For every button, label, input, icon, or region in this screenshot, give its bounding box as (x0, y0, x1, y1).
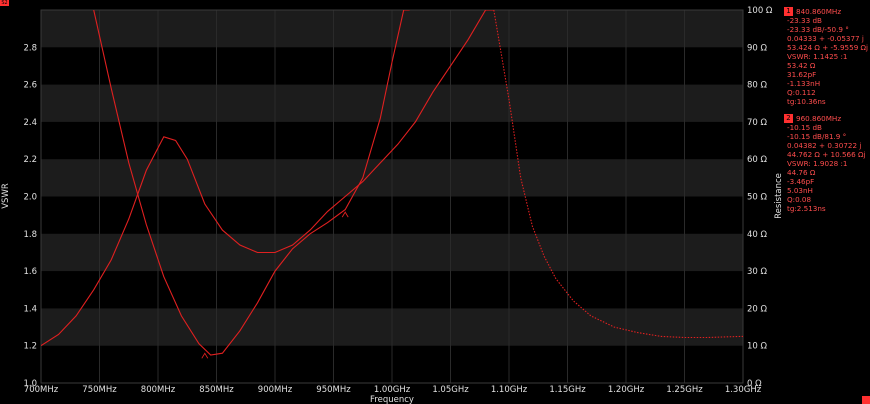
marker-number-badge[interactable]: 1 (784, 7, 793, 16)
marker-readout: 1 840.860MHz -23.33 dB -23.33 dB/-50.9 ° 0.0… (784, 7, 868, 106)
marker-header: 1 840.860MHz (784, 7, 868, 16)
x-tick-label: 950MHz (316, 385, 351, 395)
corner-indicator (862, 396, 870, 404)
marker-readout-line: VSWR: 1.9028 :1 (787, 159, 848, 168)
marker-readout-line: tg:10.36ns (787, 97, 826, 106)
marker-header: 2 960.860MHz (784, 114, 865, 123)
x-tick-label: 1.25GHz (666, 385, 703, 395)
y-right-tick-label: 0 Ω (747, 379, 762, 389)
marker-readout-line: -23.33 dB (787, 16, 822, 25)
marker-frequency: 960.860MHz (796, 114, 842, 123)
y-left-tick-label: 1.8 (23, 230, 37, 240)
x-tick-label: 750MHz (82, 385, 117, 395)
marker-readout-line: Q:0.08 (787, 195, 812, 204)
y-right-tick-labels: 0 Ω 10 Ω 20 Ω 30 Ω 40 Ω 50 Ω 60 Ω 70 Ω 80 Ω 90 Ω 1… (747, 6, 773, 389)
marker-readout-line: 0.04382 + 0.30722 j (787, 141, 862, 150)
y-right-tick-label: 80 Ω (747, 81, 768, 91)
y-right-tick-label: 90 Ω (747, 43, 768, 53)
y-left-tick-labels: 1.0 1.2 1.4 1.6 1.8 2.0 2.2 2.4 2.6 2.8 (23, 43, 37, 389)
marker-number-badge[interactable]: 2 (784, 114, 793, 123)
y-left-tick-label: 2.6 (23, 81, 37, 91)
marker-readout-line: -3.46pF (787, 177, 815, 186)
y-left-tick-label: 1.6 (23, 267, 37, 277)
y-right-tick-label: 40 Ω (747, 230, 768, 240)
marker-readout-line: 53.42 Ω (787, 61, 816, 70)
marker-readout: 2 960.860MHz -10.15 dB -10.15 dB/81.9 ° 0.04… (784, 114, 865, 213)
x-tick-label: 1.05GHz (432, 385, 469, 395)
marker-readout-line: Q:0.112 (787, 88, 816, 97)
marker-readout-line: VSWR: 1.1425 :1 (787, 52, 848, 61)
y-right-tick-label: 10 Ω (747, 342, 768, 352)
y-left-axis-title: VSWR (1, 183, 11, 209)
marker-readout-line: 31.62pF (787, 70, 817, 79)
marker-point (341, 211, 349, 218)
marker-readout-line: 53.424 Ω + -5.9559 Ωj (787, 43, 869, 52)
y-right-tick-label: 30 Ω (747, 267, 768, 277)
marker-point (201, 352, 209, 359)
x-tick-label: 1.00GHz (374, 385, 411, 395)
marker-frequency: 840.860MHz (796, 7, 842, 16)
vswr-resistance-chart: 700MHz 750MHz 800MHz 850MHz 900MHz 950MHz 1.00… (1, 6, 784, 404)
marker-readout-line: -1.133nH (787, 79, 821, 88)
y-left-tick-label: 2.8 (23, 43, 37, 53)
y-right-tick-label: 60 Ω (747, 155, 768, 165)
marker-readout-line: 0.04333 + -0.05377 j (787, 34, 864, 43)
y-right-tick-label: 20 Ω (747, 304, 768, 314)
x-tick-label: 1.15GHz (549, 385, 586, 395)
y-right-tick-label: 50 Ω (747, 193, 768, 203)
marker-readout-line: 5.03nH (787, 186, 813, 195)
x-tick-label: 900MHz (258, 385, 293, 395)
y-left-tick-label: 1.0 (23, 379, 37, 389)
x-axis-title: Frequency (370, 395, 414, 404)
marker-readout-line: -10.15 dB (787, 123, 822, 132)
y-left-tick-label: 2.4 (23, 118, 37, 128)
marker-readout-line: -23.33 dB/-50.9 ° (787, 25, 849, 34)
y-right-axis-title: Resistance (774, 173, 784, 219)
x-tick-label: 850MHz (199, 385, 234, 395)
y-left-tick-label: 2.0 (23, 193, 37, 203)
x-tick-label: 1.20GHz (608, 385, 645, 395)
y-left-tick-label: 2.2 (23, 155, 37, 165)
marker-readout-line: 44.76 Ω (787, 168, 816, 177)
marker-readout-line: 44.762 Ω + 10.566 Ωj (787, 150, 866, 159)
y-left-tick-label: 1.4 (23, 304, 37, 314)
marker-readout-line: tg:2.513ns (787, 204, 826, 213)
y-left-tick-label: 1.2 (23, 342, 37, 352)
y-right-tick-label: 70 Ω (747, 118, 768, 128)
x-tick-labels: 700MHz 750MHz 800MHz 850MHz 900MHz 950MHz 1.00… (24, 385, 762, 395)
x-tick-label: 800MHz (141, 385, 176, 395)
y-right-tick-label: 100 Ω (747, 6, 773, 16)
marker-readout-line: -10.15 dB/81.9 ° (787, 132, 847, 141)
x-tick-label: 1.10GHz (491, 385, 528, 395)
